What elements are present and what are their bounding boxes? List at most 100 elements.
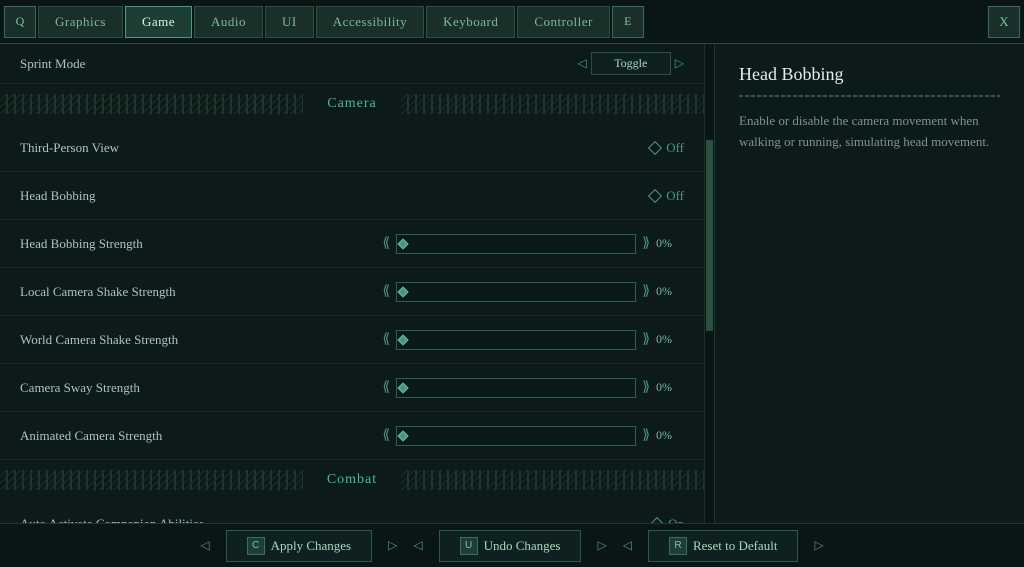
world-camera-shake-row: World Camera Shake Strength ⟪ ⟫ 0%	[0, 316, 704, 364]
camera-section-header: Camera	[0, 88, 704, 120]
settings-scroll-wrapper: Sprint Mode ◁ Toggle ▷ Camera Third-Pers…	[0, 44, 714, 523]
head-bobbing-strength-thumb	[398, 238, 409, 249]
local-camera-shake-row: Local Camera Shake Strength ⟪ ⟫ 0%	[0, 268, 704, 316]
apply-right-arrow-icon: ▷	[388, 538, 397, 553]
animated-camera-right-icon[interactable]: ⟫	[642, 427, 650, 444]
auto-activate-companion-value: On	[668, 516, 684, 524]
third-person-view-row: Third-Person View Off	[0, 124, 704, 172]
animated-camera-slider[interactable]	[396, 426, 636, 446]
undo-right-arrow-icon: ▷	[597, 538, 606, 553]
local-camera-shake-thumb	[398, 286, 409, 297]
head-bobbing-strength-left-icon[interactable]: ⟪	[382, 235, 390, 252]
tab-game[interactable]: Game	[125, 6, 192, 38]
head-bobbing-control[interactable]: Off	[650, 188, 684, 204]
reset-left-arrow-icon: ◁	[623, 538, 632, 553]
sprint-right-arrow-icon[interactable]: ▷	[675, 56, 684, 71]
animated-camera-row: Animated Camera Strength ⟪ ⟫ 0%	[0, 412, 704, 460]
undo-key-label: U	[460, 537, 478, 555]
camera-sway-control: ⟪ ⟫ 0%	[382, 378, 684, 398]
reset-right-arrow-icon: ▷	[814, 538, 823, 553]
camera-section-right-line	[401, 94, 704, 114]
apply-key-label: C	[247, 537, 265, 555]
undo-changes-label: Undo Changes	[484, 538, 561, 554]
camera-section-title: Camera	[303, 94, 401, 114]
sprint-mode-value: Toggle	[591, 52, 671, 75]
close-button[interactable]: X	[988, 6, 1020, 38]
auto-activate-companion-row: Auto Activate Companion Abilities On	[0, 500, 704, 523]
auto-activate-companion-diamond-icon	[650, 516, 664, 523]
info-panel-description: Enable or disable the camera movement wh…	[739, 111, 1000, 153]
third-person-view-label: Third-Person View	[20, 140, 650, 156]
local-camera-shake-right-icon[interactable]: ⟫	[642, 283, 650, 300]
animated-camera-value: 0%	[656, 428, 684, 443]
sprint-mode-row: Sprint Mode ◁ Toggle ▷	[0, 44, 704, 84]
combat-section-right-line	[401, 470, 704, 490]
camera-sway-thumb	[398, 382, 409, 393]
camera-sway-slider[interactable]	[396, 378, 636, 398]
settings-content: Sprint Mode ◁ Toggle ▷ Camera Third-Pers…	[0, 44, 704, 523]
info-panel-divider	[739, 95, 1000, 97]
head-bobbing-strength-control: ⟪ ⟫ 0%	[382, 234, 684, 254]
info-panel: Head Bobbing Enable or disable the camer…	[714, 44, 1024, 523]
reset-to-default-button[interactable]: R Reset to Default	[648, 530, 798, 562]
nav-corner-left-button[interactable]: Q	[4, 6, 36, 38]
info-panel-title: Head Bobbing	[739, 64, 1000, 85]
world-camera-shake-right-icon[interactable]: ⟫	[642, 331, 650, 348]
tab-accessibility[interactable]: Accessibility	[316, 6, 424, 38]
scrollbar-thumb[interactable]	[706, 140, 713, 332]
auto-activate-companion-control[interactable]: On	[652, 516, 684, 524]
animated-camera-left-icon[interactable]: ⟪	[382, 427, 390, 444]
animated-camera-label: Animated Camera Strength	[20, 428, 382, 444]
third-person-view-value: Off	[666, 140, 684, 156]
camera-sway-right-icon[interactable]: ⟫	[642, 379, 650, 396]
sprint-mode-control[interactable]: ◁ Toggle ▷	[578, 52, 684, 75]
tab-controller[interactable]: Controller	[517, 6, 609, 38]
third-person-view-diamond-icon	[648, 140, 662, 154]
combat-section-left-line	[0, 470, 303, 490]
head-bobbing-strength-label: Head Bobbing Strength	[20, 236, 382, 252]
sprint-left-arrow-icon[interactable]: ◁	[578, 56, 587, 71]
head-bobbing-value: Off	[666, 188, 684, 204]
scrollbar-track[interactable]	[704, 44, 714, 523]
camera-sway-left-icon[interactable]: ⟪	[382, 379, 390, 396]
head-bobbing-strength-slider[interactable]	[396, 234, 636, 254]
bottom-action-bar: ◁ C Apply Changes ▷ ◁ U Undo Changes ▷ ◁…	[0, 523, 1024, 567]
reset-key-label: R	[669, 537, 687, 555]
local-camera-shake-slider[interactable]	[396, 282, 636, 302]
main-area: Sprint Mode ◁ Toggle ▷ Camera Third-Pers…	[0, 44, 1024, 523]
animated-camera-control: ⟪ ⟫ 0%	[382, 426, 684, 446]
head-bobbing-label: Head Bobbing	[20, 188, 650, 204]
local-camera-shake-left-icon[interactable]: ⟪	[382, 283, 390, 300]
apply-left-arrow-icon: ◁	[200, 538, 209, 553]
world-camera-shake-left-icon[interactable]: ⟪	[382, 331, 390, 348]
top-navigation: Q Graphics Game Audio UI Accessibility K…	[0, 0, 1024, 44]
apply-changes-label: Apply Changes	[271, 538, 352, 554]
animated-camera-thumb	[398, 430, 409, 441]
head-bobbing-strength-row: Head Bobbing Strength ⟪ ⟫ 0%	[0, 220, 704, 268]
camera-sway-label: Camera Sway Strength	[20, 380, 382, 396]
head-bobbing-strength-right-icon[interactable]: ⟫	[642, 235, 650, 252]
world-camera-shake-thumb	[398, 334, 409, 345]
world-camera-shake-label: World Camera Shake Strength	[20, 332, 382, 348]
apply-changes-button[interactable]: C Apply Changes	[226, 530, 373, 562]
combat-section-header: Combat	[0, 464, 704, 496]
world-camera-shake-slider[interactable]	[396, 330, 636, 350]
combat-section-title: Combat	[303, 470, 401, 490]
head-bobbing-diamond-icon	[648, 188, 662, 202]
third-person-view-control[interactable]: Off	[650, 140, 684, 156]
nav-corner-right-button[interactable]: E	[612, 6, 644, 38]
camera-sway-value: 0%	[656, 380, 684, 395]
tab-ui[interactable]: UI	[265, 6, 314, 38]
local-camera-shake-value: 0%	[656, 284, 684, 299]
tab-keyboard[interactable]: Keyboard	[426, 6, 515, 38]
reset-to-default-label: Reset to Default	[693, 538, 777, 554]
local-camera-shake-label: Local Camera Shake Strength	[20, 284, 382, 300]
camera-sway-row: Camera Sway Strength ⟪ ⟫ 0%	[0, 364, 704, 412]
tab-graphics[interactable]: Graphics	[38, 6, 123, 38]
undo-changes-button[interactable]: U Undo Changes	[439, 530, 582, 562]
local-camera-shake-control: ⟪ ⟫ 0%	[382, 282, 684, 302]
camera-section-left-line	[0, 94, 303, 114]
sprint-mode-label: Sprint Mode	[20, 56, 578, 72]
head-bobbing-strength-value: 0%	[656, 236, 684, 251]
tab-audio[interactable]: Audio	[194, 6, 263, 38]
